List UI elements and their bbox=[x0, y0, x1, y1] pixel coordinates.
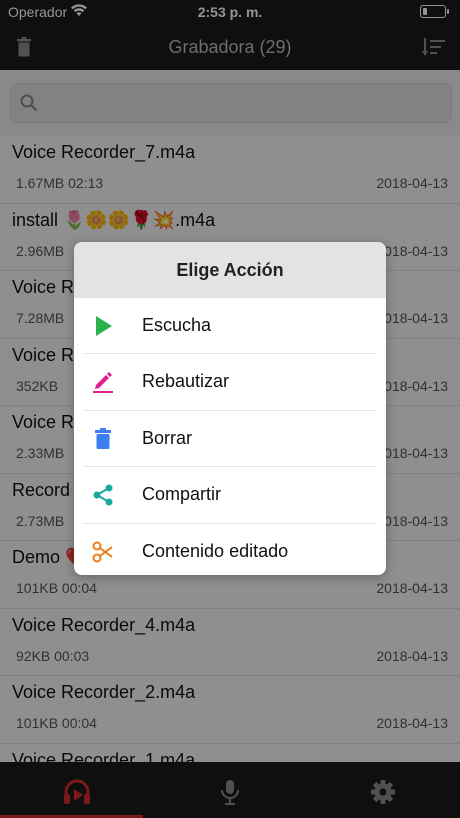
action-label: Borrar bbox=[142, 427, 193, 448]
action-borrar[interactable]: Borrar bbox=[84, 411, 376, 468]
action-label: Contenido editado bbox=[142, 540, 289, 561]
action-label: Rebautizar bbox=[142, 371, 230, 392]
action-rebautizar[interactable]: Rebautizar bbox=[84, 354, 376, 411]
action-label: Compartir bbox=[142, 484, 222, 505]
action-compartir[interactable]: Compartir bbox=[84, 467, 376, 524]
share-icon bbox=[90, 482, 116, 508]
play-icon bbox=[90, 313, 116, 339]
action-label: Escucha bbox=[142, 315, 212, 335]
dialog-title: Elige Acción bbox=[74, 242, 386, 298]
scissors-icon bbox=[90, 539, 116, 565]
action-contenido-editado[interactable]: Contenido editado bbox=[84, 524, 376, 575]
trash-icon bbox=[90, 426, 116, 452]
action-dialog: Elige Acción Escucha Rebautizar Borrar C… bbox=[74, 242, 386, 575]
pencil-icon bbox=[90, 369, 116, 395]
action-escucha[interactable]: Escucha bbox=[84, 298, 376, 355]
